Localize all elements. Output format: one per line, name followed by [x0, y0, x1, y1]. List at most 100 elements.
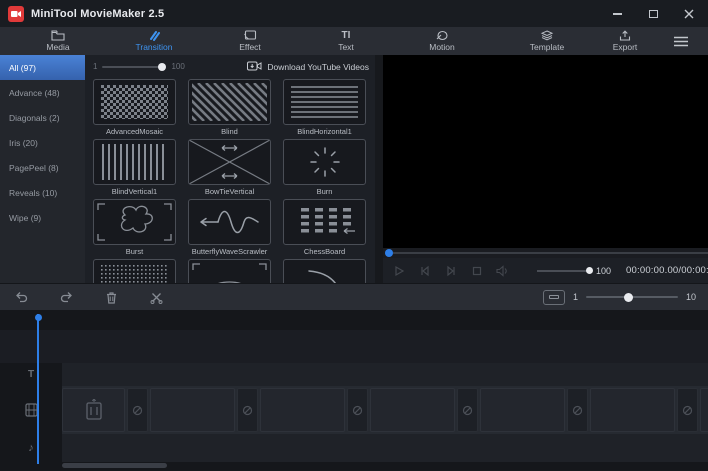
transition-thumb-diagonal-stripes	[188, 79, 271, 125]
transition-card-blind[interactable]: Blind	[188, 79, 271, 138]
previous-frame-button[interactable]	[417, 263, 432, 278]
transition-slot[interactable]	[567, 388, 588, 432]
transition-card-row4-a[interactable]	[93, 259, 176, 283]
sidebar-item-iris[interactable]: Iris (20)	[0, 130, 85, 155]
tab-media[interactable]: Media	[10, 30, 106, 52]
seekbar-track[interactable]	[393, 252, 708, 254]
sidebar-item-diagonals[interactable]: Diagonals (2)	[0, 105, 85, 130]
transition-card-row4-c[interactable]	[283, 259, 366, 283]
video-track[interactable]	[0, 386, 708, 434]
tab-label: Motion	[429, 42, 455, 52]
transition-duration-slider[interactable]: 1 100	[93, 62, 185, 71]
video-track-content	[62, 386, 708, 434]
preview-zoom-handle[interactable]	[586, 267, 593, 274]
tab-transition[interactable]: Transition	[106, 30, 202, 52]
transition-card-chessboard[interactable]: ChessBoard	[283, 199, 366, 258]
clip-slot[interactable]	[700, 388, 708, 432]
minimize-button[interactable]	[610, 7, 624, 21]
tab-label: Media	[46, 42, 69, 52]
tab-label: Template	[530, 42, 565, 52]
timeline[interactable]: T	[0, 310, 708, 470]
sidebar-item-reveals[interactable]: Reveals (10)	[0, 180, 85, 205]
close-button[interactable]	[682, 7, 696, 21]
transition-card-burst[interactable]: Burst	[93, 199, 176, 258]
preview-seekbar[interactable]	[383, 248, 708, 258]
app-logo-icon	[8, 6, 24, 22]
timeline-zoom-min: 1	[573, 292, 578, 302]
clip-slot[interactable]	[150, 388, 235, 432]
transition-card-butterflywave[interactable]: ButterflyWaveScrawler	[188, 199, 271, 258]
clip-slot[interactable]	[260, 388, 345, 432]
transition-thumb-wave-arrow	[188, 199, 271, 245]
slider-handle[interactable]	[158, 63, 166, 71]
sidebar-item-wipe[interactable]: Wipe (9)	[0, 205, 85, 230]
undo-button[interactable]	[12, 288, 30, 306]
transition-thumb-bowtie	[188, 139, 271, 185]
transition-card-row4-b[interactable]	[188, 259, 271, 283]
text-icon: TI	[342, 30, 351, 41]
tab-export[interactable]: Export	[586, 30, 664, 52]
transitions-panel: 1 100 Download YouTube Videos	[85, 55, 375, 283]
effect-icon	[243, 30, 257, 41]
hamburger-menu-button[interactable]	[664, 36, 698, 47]
slider-track[interactable]	[102, 66, 166, 68]
next-frame-button[interactable]	[443, 263, 458, 278]
transition-thumb-dash-grid	[283, 199, 366, 245]
tab-template[interactable]: Template	[508, 30, 586, 52]
transition-slot[interactable]	[347, 388, 368, 432]
preview-zoom-slider[interactable]: 100	[537, 266, 611, 276]
timeline-zoom-controls: 1 10	[543, 290, 696, 305]
transition-card-advancedmosaic[interactable]: AdvancedMosaic	[93, 79, 176, 138]
tab-text[interactable]: TI Text	[298, 30, 394, 52]
maximize-button[interactable]	[646, 7, 660, 21]
add-clip-slot[interactable]	[62, 388, 125, 432]
transition-thumb-horizontal-lines	[283, 79, 366, 125]
tab-effect[interactable]: Effect	[202, 30, 298, 52]
transition-card-burn[interactable]: Burn	[283, 139, 366, 198]
clip-slot[interactable]	[370, 388, 455, 432]
sidebar-item-pagepeel[interactable]: PagePeel (8)	[0, 155, 85, 180]
app-window: MiniTool MovieMaker 2.5 Media Transition	[0, 0, 708, 471]
volume-button[interactable]	[495, 263, 510, 278]
add-media-icon	[85, 399, 103, 421]
timeline-zoom-handle[interactable]	[624, 293, 633, 302]
transition-card-blindhorizontal[interactable]: BlindHorizontal1	[283, 79, 366, 138]
download-youtube-button[interactable]: Download YouTube Videos	[247, 61, 369, 73]
transition-thumb-burst-rays	[283, 139, 366, 185]
preview-zoom-track[interactable]	[537, 270, 591, 272]
clip-slot[interactable]	[480, 388, 565, 432]
playback-controls: 100 00:00:00.00/00:00:00.00	[383, 258, 708, 283]
video-preview-screen[interactable]	[383, 55, 708, 248]
redo-button[interactable]	[57, 288, 75, 306]
play-button[interactable]	[391, 263, 406, 278]
transition-thumb-mosaic-pattern	[93, 79, 176, 125]
tab-label: Effect	[239, 42, 261, 52]
transition-slot[interactable]	[237, 388, 258, 432]
playhead[interactable]	[37, 314, 39, 464]
audio-track[interactable]: ♪	[0, 434, 708, 462]
main-area: All (97) Advance (48) Diagonals (2) Iris…	[0, 55, 708, 283]
delete-button[interactable]	[102, 288, 120, 306]
stop-button[interactable]	[469, 263, 484, 278]
slider-min-label: 1	[93, 62, 97, 71]
transition-card-bowtievertical[interactable]: BowTieVertical	[188, 139, 271, 198]
timeline-horizontal-scrollbar[interactable]	[62, 463, 167, 468]
transition-card-blindvertical[interactable]: BlindVertical1	[93, 139, 176, 198]
seekbar-handle[interactable]	[385, 249, 393, 257]
clip-slot[interactable]	[590, 388, 675, 432]
media-folder-icon	[51, 30, 65, 41]
text-track[interactable]: T	[0, 363, 708, 386]
sidebar-item-all[interactable]: All (97)	[0, 55, 85, 80]
tab-label: Transition	[135, 42, 172, 52]
timeline-ruler[interactable]	[0, 310, 708, 330]
split-scissors-button[interactable]	[147, 288, 165, 306]
video-track-icon	[0, 386, 62, 434]
transition-slot[interactable]	[457, 388, 478, 432]
motion-icon	[435, 30, 449, 41]
tab-motion[interactable]: Motion	[394, 30, 490, 52]
transition-slot[interactable]	[127, 388, 148, 432]
transition-slot[interactable]	[677, 388, 698, 432]
zoom-to-fit-button[interactable]	[543, 290, 565, 305]
sidebar-item-advance[interactable]: Advance (48)	[0, 80, 85, 105]
timeline-zoom-track[interactable]	[586, 296, 678, 298]
